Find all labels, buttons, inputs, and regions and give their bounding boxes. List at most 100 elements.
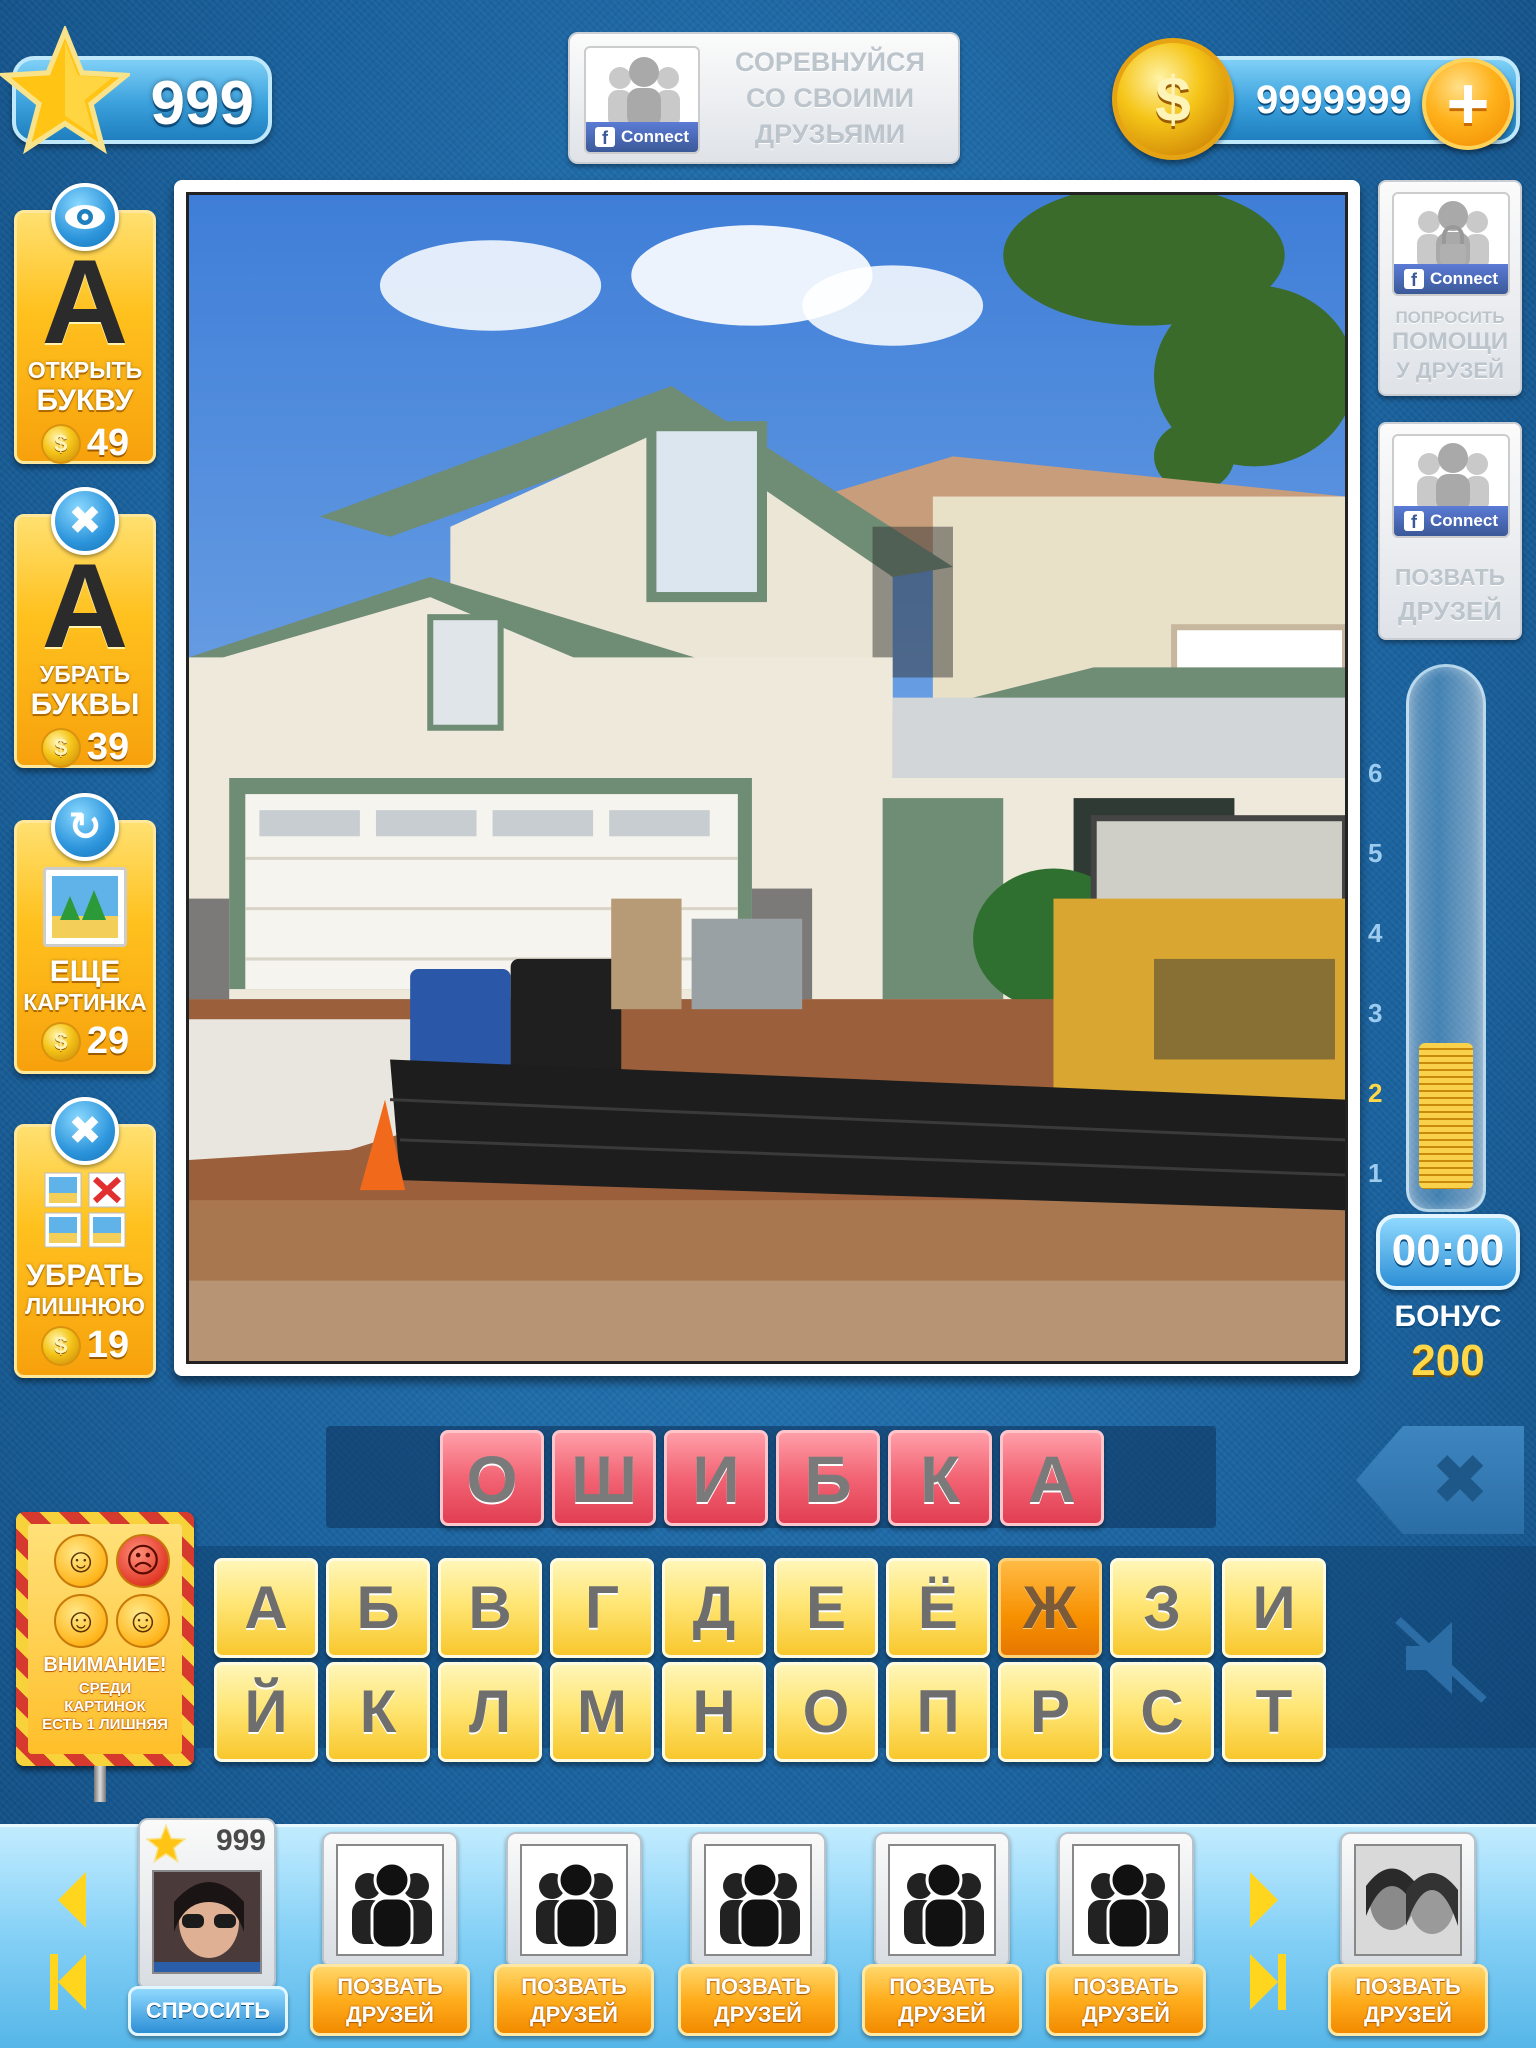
player-slot: 999: [138, 1818, 276, 1990]
bonus-scale-mark: 1: [1368, 1158, 1383, 1188]
close-icon: ✖: [51, 1097, 119, 1165]
sign-pole: [94, 1766, 106, 1802]
bonus-scale-mark: 6: [1368, 758, 1383, 788]
friend-slot: [1058, 1832, 1194, 1968]
puzzle-picture-house: [186, 192, 1348, 1364]
player-avatar: [152, 1870, 262, 1974]
scroll-last-icon[interactable]: [1250, 1954, 1278, 2010]
letter-key[interactable]: О: [774, 1662, 878, 1762]
hint-open-letter-button[interactable]: А ОТКРЫТЬ БУКВУ $ 49: [14, 183, 156, 465]
invite-friends-button[interactable]: ПОЗВАТЬ ДРУЗЕЙ: [1046, 1964, 1206, 2036]
ask-friend-button[interactable]: СПРОСИТЬ: [128, 1986, 288, 2036]
letter-key[interactable]: З: [1110, 1558, 1214, 1658]
letter-key[interactable]: Ж: [998, 1558, 1102, 1658]
friends-silhouette-icon: [704, 1844, 812, 1956]
invite-friends-button[interactable]: ПОЗВАТЬ ДРУЗЕЙ: [310, 1964, 470, 2036]
invite-friends-button[interactable]: ПОЗВАТЬ ДРУЗЕЙ: [494, 1964, 654, 2036]
player-score: 999: [215, 1824, 266, 1857]
hint-new-picture-button[interactable]: ↻ ЕЩЕ КАРТИНКА $ 29: [14, 793, 156, 1074]
coin-icon: $: [40, 727, 81, 768]
friends-silhouette-icon: [1417, 443, 1489, 512]
hint-cost: $ 19: [17, 1324, 153, 1367]
scroll-first-icon[interactable]: [58, 1954, 86, 2010]
bonus-label: БОНУС: [1394, 1300, 1502, 1333]
bonus-meter-tube: [1406, 664, 1486, 1212]
star-icon: [0, 26, 130, 155]
picture-icon: [43, 867, 127, 947]
friends-lock-icon: [1417, 201, 1489, 270]
refresh-icon: ↻: [51, 793, 119, 861]
letter-key[interactable]: Л: [438, 1662, 542, 1762]
letter-key[interactable]: Е: [774, 1558, 878, 1658]
scroll-right-icon[interactable]: [1250, 1872, 1278, 1928]
letter-key[interactable]: П: [886, 1662, 990, 1762]
facebook-icon: f: [1404, 511, 1424, 532]
facebook-connect-button[interactable]: f Connect: [1394, 506, 1508, 536]
letter-key[interactable]: А: [214, 1558, 318, 1658]
letter-key[interactable]: К: [326, 1662, 430, 1762]
invite-friends-button[interactable]: ПОЗВАТЬ ДРУЗЕЙ: [678, 1964, 838, 2036]
hint-cost: $ 49: [17, 422, 153, 465]
answer-letter-tile[interactable]: Б: [776, 1430, 880, 1526]
letter-key[interactable]: Й: [214, 1662, 318, 1762]
friends-avatar-placeholder: f Connect: [584, 46, 700, 154]
letter-key[interactable]: В: [438, 1558, 542, 1658]
happy-smiley-icon: ☺: [54, 1534, 108, 1588]
coin-stack-icon: [1419, 1043, 1473, 1189]
letter-key[interactable]: Т: [1222, 1662, 1326, 1762]
invite-friends-side-button[interactable]: f Connect ПОЗВАТЬ ДРУЗЕЙ: [1378, 422, 1522, 640]
letter-key[interactable]: Н: [662, 1662, 766, 1762]
answer-letter-tile[interactable]: Ш: [552, 1430, 656, 1526]
friends-silhouette-icon: [336, 1844, 444, 1956]
friend-slot: [322, 1832, 458, 1968]
timer: 00:00: [1376, 1214, 1520, 1290]
answer-letter-tile[interactable]: А: [1000, 1430, 1104, 1526]
friends-silhouette-icon: [888, 1844, 996, 1956]
hint-remove-extra-button[interactable]: ✖ УБРАТЬ ЛИШНЮЮ $ 19: [14, 1097, 156, 1378]
friend-photo: [1354, 1844, 1462, 1956]
friends-avatar-placeholder: f Connect: [1392, 192, 1510, 296]
letter-key[interactable]: Д: [662, 1558, 766, 1658]
sad-smiley-icon: ☹: [116, 1534, 170, 1588]
close-icon: ✖: [1430, 1441, 1490, 1519]
friend-slot: [1340, 1832, 1476, 1968]
letter-key[interactable]: Р: [998, 1662, 1102, 1762]
letter-key[interactable]: Б: [326, 1558, 430, 1658]
friends-silhouette-icon: [1072, 1844, 1180, 1956]
friends-avatar-placeholder: f Connect: [1392, 434, 1510, 538]
hint-letter: А: [41, 235, 129, 369]
hint-cost: $ 39: [17, 726, 153, 769]
letter-key[interactable]: Ё: [886, 1558, 990, 1658]
invite-friends-button[interactable]: ПОЗВАТЬ ДРУЗЕЙ: [1328, 1964, 1488, 2036]
buy-coins-button[interactable]: +: [1422, 58, 1514, 150]
facebook-connect-button[interactable]: f Connect: [1394, 264, 1508, 294]
friends-silhouette-icon: [608, 57, 680, 128]
ask-friends-help-button[interactable]: f Connect ПОПРОСИТЬ ПОМОЩИ У ДРУЗЕЙ: [1378, 180, 1522, 396]
scroll-end-bar: [1278, 1954, 1286, 2010]
scroll-left-icon[interactable]: [58, 1872, 86, 1928]
letter-key[interactable]: Г: [550, 1558, 654, 1658]
letter-key[interactable]: С: [1110, 1662, 1214, 1762]
bonus-scale-mark: 4: [1368, 918, 1383, 948]
friends-silhouette-icon: [520, 1844, 628, 1956]
invite-friends-button[interactable]: ПОЗВАТЬ ДРУЗЕЙ: [862, 1964, 1022, 2036]
hint-letter: А: [41, 539, 129, 673]
puzzle-picture-frame: [174, 180, 1360, 1376]
friend-slot: [874, 1832, 1010, 1968]
answer-letter-tile[interactable]: К: [888, 1430, 992, 1526]
warning-text: СРЕДИ КАРТИНОК ЕСТЬ 1 ЛИШНЯЯ: [42, 1680, 168, 1733]
letter-key[interactable]: М: [550, 1662, 654, 1762]
warning-title: ВНИМАНИЕ!: [43, 1654, 167, 1676]
facebook-connect-button[interactable]: f Connect: [586, 122, 698, 152]
facebook-compete-banner[interactable]: f Connect СОРЕВНУЙСЯ СО СВОИМИ ДРУЗЬЯМИ: [568, 32, 960, 164]
facebook-icon: f: [1404, 269, 1424, 290]
answer-letter-tile[interactable]: О: [440, 1430, 544, 1526]
close-icon: ✖: [51, 487, 119, 555]
letter-key[interactable]: И: [1222, 1558, 1326, 1658]
coin-icon: $: [40, 1325, 81, 1366]
mute-sound-icon[interactable]: [1386, 1608, 1496, 1708]
star-icon: [146, 1824, 186, 1864]
hint-remove-letters-button[interactable]: ✖ А УБРАТЬ БУКВЫ $ 39: [14, 487, 156, 769]
bonus-scale-mark: 5: [1368, 838, 1383, 868]
answer-letter-tile[interactable]: И: [664, 1430, 768, 1526]
